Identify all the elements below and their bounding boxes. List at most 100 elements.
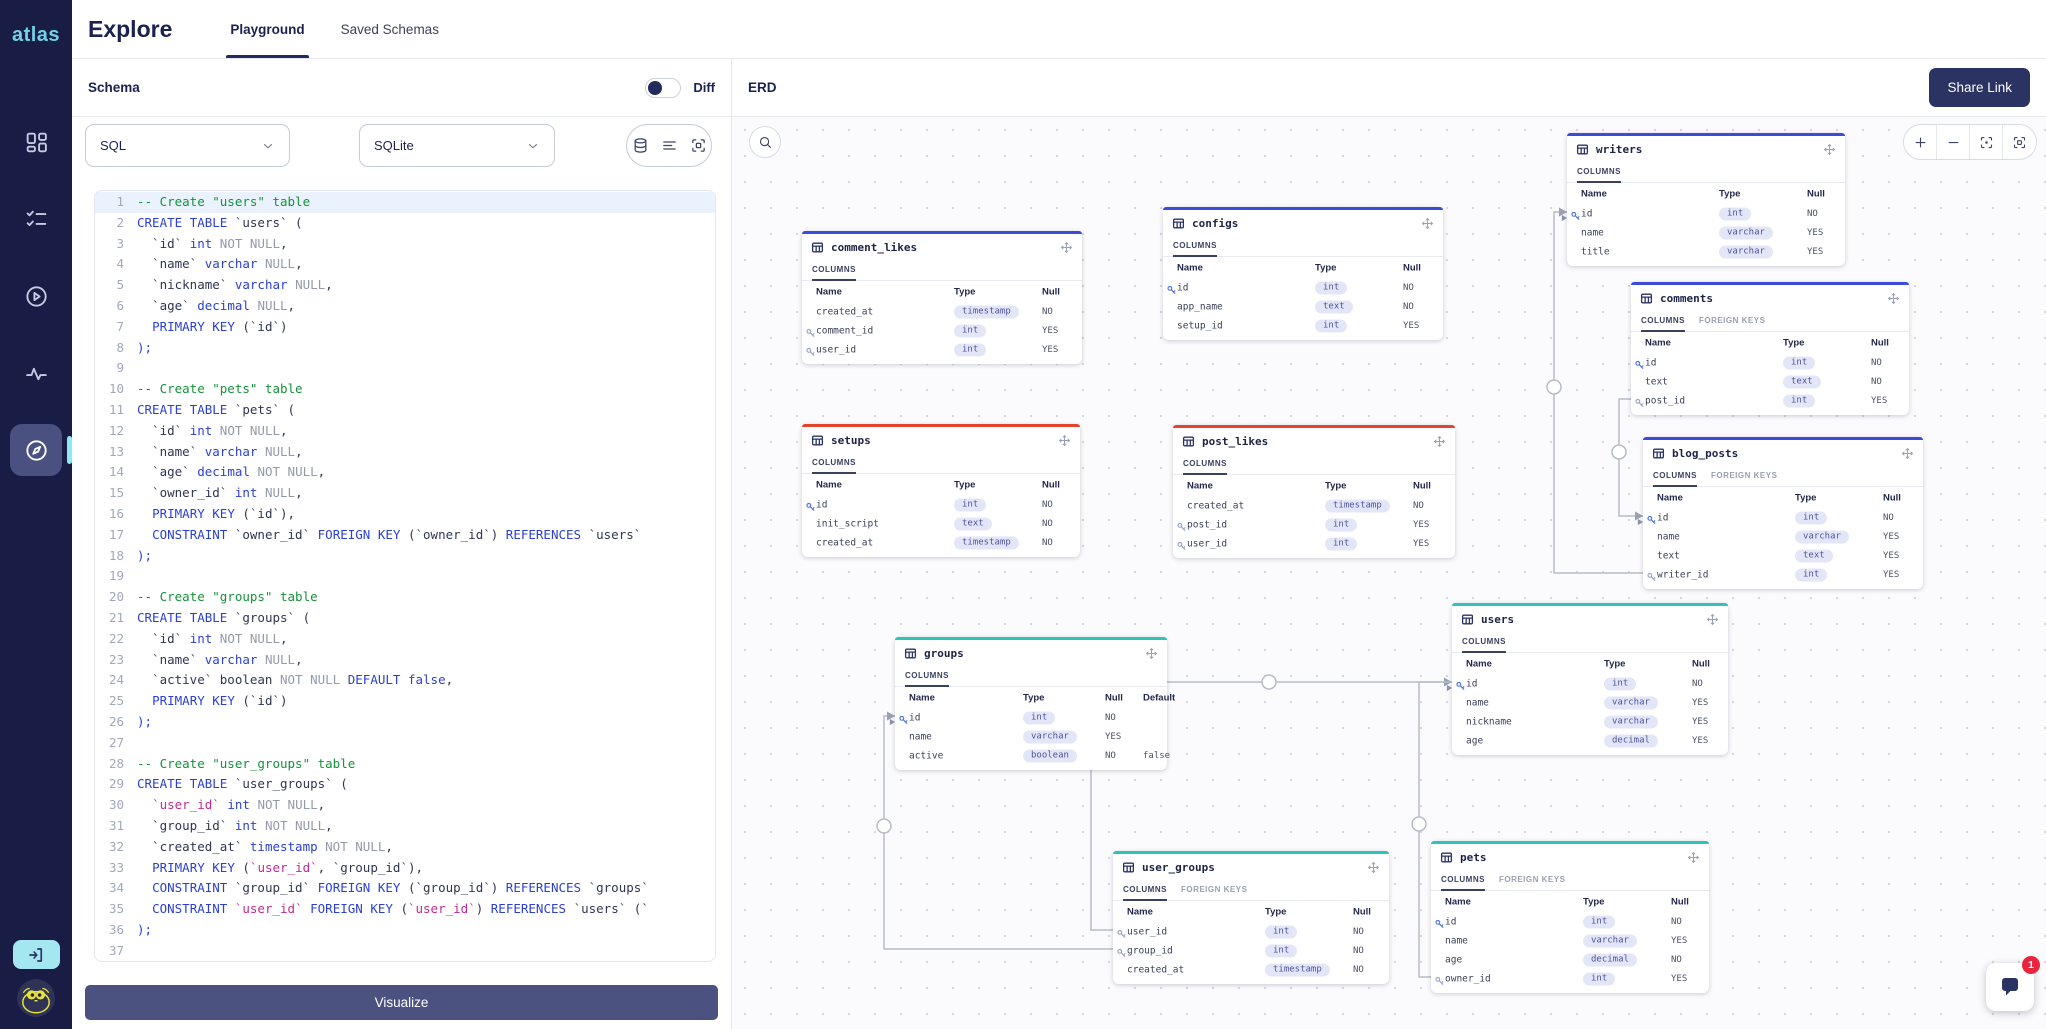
chat-launcher[interactable]: 1 [1986,963,2034,1011]
move-icon[interactable] [1687,851,1700,864]
column-type-badge: int [1583,972,1615,985]
zoom-control-minus[interactable] [1937,125,1970,159]
column-headers: NameTypeNull [1643,487,1923,508]
table-header: setups [802,427,1080,453]
erd-table-setups[interactable]: setupsCOLUMNSNameTypeNullidintNOinit_scr… [802,424,1080,557]
table-tab-foreign-keys[interactable]: FOREIGN KEYS [1699,311,1765,332]
erd-column-row: namevarcharYES [1431,931,1709,950]
erd-column-row: idintNO [1643,508,1923,527]
move-icon[interactable] [1823,143,1836,156]
engine-select[interactable]: SQLite [359,124,555,167]
zoom-control-fit-screen[interactable] [2003,125,2036,159]
move-icon[interactable] [1421,217,1434,230]
erd-column-row: activebooleanNOfalse [895,746,1167,765]
table-tab-columns[interactable]: COLUMNS [1462,632,1506,653]
tab-playground[interactable]: Playground [212,0,322,58]
erd-table-users[interactable]: usersCOLUMNSNameTypeNullidintNOnamevarch… [1452,603,1728,755]
erd-table-blog_posts[interactable]: blog_postsCOLUMNSFOREIGN KEYSNameTypeNul… [1643,437,1923,589]
sidebar-item-checklist[interactable] [10,193,62,245]
move-icon[interactable] [1433,435,1446,448]
code-line: 9 [95,358,715,379]
table-tab-columns[interactable]: COLUMNS [1123,880,1167,901]
fit-screen-icon[interactable] [690,137,707,154]
column-null: NO [1807,209,1818,219]
table-tab-columns[interactable]: COLUMNS [1577,162,1621,183]
tab-saved-schemas[interactable]: Saved Schemas [323,0,457,58]
erd-table-post_likes[interactable]: post_likesCOLUMNSNameTypeNullcreated_att… [1173,425,1455,558]
dialect-select[interactable]: SQL [85,124,290,167]
table-tab-columns[interactable]: COLUMNS [905,666,949,687]
move-icon[interactable] [1058,434,1071,447]
column-type-badge: int [1719,207,1751,220]
sidebar-item-compass[interactable] [10,424,62,476]
table-tab-columns[interactable]: COLUMNS [1653,466,1697,487]
code-line: 20-- Create "groups" table [95,587,715,608]
erd-table-user_groups[interactable]: user_groupsCOLUMNSFOREIGN KEYSNameTypeNu… [1113,851,1389,984]
table-tab-foreign-keys[interactable]: FOREIGN KEYS [1181,880,1247,901]
visualize-button[interactable]: Visualize [85,985,718,1020]
table-tab-foreign-keys[interactable]: FOREIGN KEYS [1499,870,1565,891]
column-type-badge: text [954,517,992,530]
table-tab-columns[interactable]: COLUMNS [1641,311,1685,332]
table-tab-columns[interactable]: COLUMNS [1183,454,1227,475]
erd-table-comment_likes[interactable]: comment_likesCOLUMNSNameTypeNullcreated_… [802,231,1082,364]
atlas-logo[interactable]: atlas [0,24,72,47]
erd-search-button[interactable] [749,126,781,158]
erd-column-row: user_idintYES [1173,534,1455,553]
table-tab-columns[interactable]: COLUMNS [1173,236,1217,257]
column-type-badge: varchar [1795,530,1849,543]
code-line: 8); [95,338,715,359]
erd-table-comments[interactable]: commentsCOLUMNSFOREIGN KEYSNameTypeNulli… [1631,282,1909,415]
erd-canvas[interactable]: comment_likesCOLUMNSNameTypeNullcreated_… [732,117,2046,1029]
column-type-badge: int [954,498,986,511]
chat-bubble-icon [1998,975,2022,999]
column-type-badge: decimal [1604,734,1658,747]
share-link-button[interactable]: Share Link [1929,68,2030,107]
table-tab-columns[interactable]: COLUMNS [812,453,856,474]
erd-column-row: user_idintYES [802,340,1082,359]
table-icon [1182,435,1195,448]
schema-bar: Schema Diff [72,59,731,117]
sidebar-item-play-circle[interactable] [10,270,62,322]
table-tab-foreign-keys[interactable]: FOREIGN KEYS [1711,466,1777,487]
move-icon[interactable] [1706,613,1719,626]
erd-table-writers[interactable]: writersCOLUMNSNameTypeNullidintNOnamevar… [1567,133,1845,266]
engine-select-value: SQLite [374,138,414,153]
column-headers: NameTypeNull [1431,891,1709,912]
move-icon[interactable] [1887,292,1900,305]
erd-table-configs[interactable]: configsCOLUMNSNameTypeNullidintNOapp_nam… [1163,207,1443,340]
erd-table-groups[interactable]: groupsCOLUMNSNameTypeNullDefaultidintNOn… [895,637,1167,770]
database-icon[interactable] [632,137,649,154]
table-tab-columns[interactable]: COLUMNS [812,260,856,281]
column-type-badge: int [954,343,986,356]
code-editor[interactable]: 1-- Create "users" table2CREATE TABLE `u… [94,190,716,962]
column-headers: NameTypeNull [802,474,1080,495]
erd-zoom-controls [1903,124,2037,160]
column-name: id [1581,208,1592,219]
diff-toggle[interactable] [645,78,681,98]
table-header: comments [1631,285,1909,311]
align-lines-icon[interactable] [661,137,678,154]
sidebar-item-dashboard[interactable] [10,116,62,168]
code-line: 36); [95,920,715,941]
column-null: NO [1105,713,1116,723]
column-null: NO [1871,358,1882,368]
column-name: user_id [1127,926,1167,937]
sidebar-item-activity[interactable] [10,347,62,399]
search-icon [758,135,773,150]
column-null: NO [1883,513,1894,523]
erd-column-row: comment_idintYES [802,321,1082,340]
login-button[interactable] [13,940,60,969]
column-null: YES [1692,698,1708,708]
avatar[interactable] [17,979,55,1017]
erd-table-pets[interactable]: petsCOLUMNSFOREIGN KEYSNameTypeNullidint… [1431,841,1709,993]
zoom-control-focus[interactable] [1970,125,2003,159]
column-name: id [1445,916,1456,927]
move-icon[interactable] [1367,861,1380,874]
zoom-control-plus[interactable] [1904,125,1937,159]
move-icon[interactable] [1145,647,1158,660]
column-name: age [1466,735,1483,746]
table-tab-columns[interactable]: COLUMNS [1441,870,1485,891]
move-icon[interactable] [1901,447,1914,460]
move-icon[interactable] [1060,241,1073,254]
